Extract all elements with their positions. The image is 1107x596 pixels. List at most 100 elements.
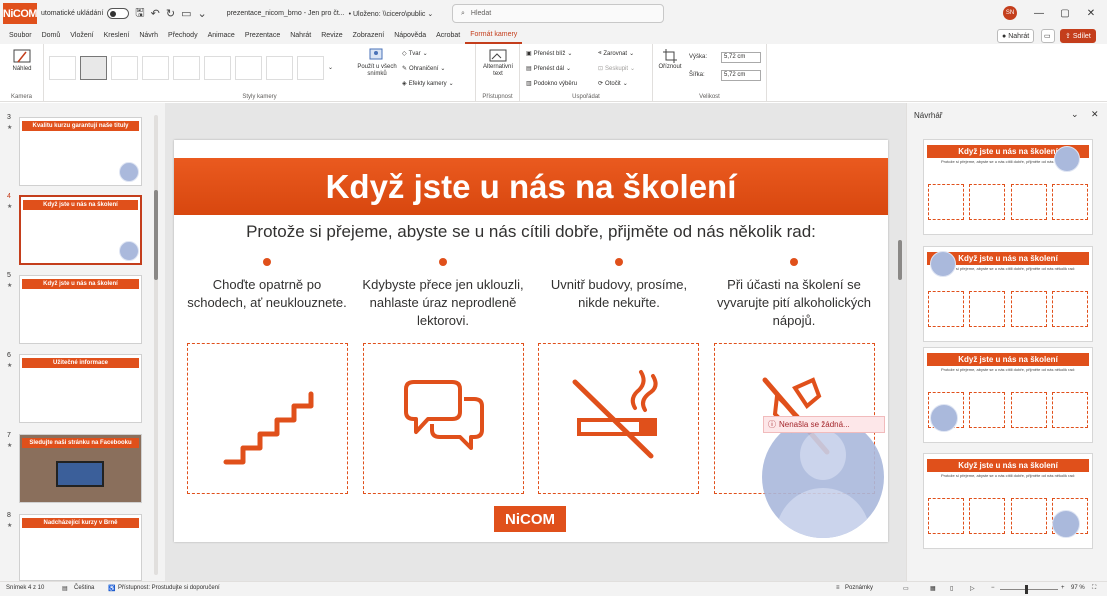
- design-icon-box: [928, 498, 964, 534]
- autosave-toggle[interactable]: [107, 8, 130, 19]
- tip-text[interactable]: Při účasti na školení se vyvarujte pití …: [713, 276, 875, 330]
- save-icon[interactable]: 🖫: [135, 4, 144, 23]
- tab-prechody[interactable]: Přechody: [163, 27, 203, 44]
- search-input[interactable]: ⌕ Hledat: [452, 4, 664, 23]
- notes-button[interactable]: Poznámky: [845, 585, 873, 591]
- thumbnails-scrollbar[interactable]: [154, 115, 158, 575]
- align-button[interactable]: ⫷ Zarovnat ⌄: [598, 50, 634, 57]
- zoom-in-icon[interactable]: +: [1061, 585, 1065, 591]
- accessibility-status[interactable]: Přístupnost: Prostudujte si doporučení: [118, 585, 220, 591]
- tip-text[interactable]: Choďte opatrně po schodech, ať neuklouzn…: [186, 276, 348, 312]
- maximize-icon[interactable]: ▢: [1053, 0, 1077, 27]
- tab-domu[interactable]: Domů: [37, 27, 66, 44]
- slideshow-icon[interactable]: ▷: [970, 585, 975, 592]
- tab-navrh[interactable]: Návrh: [134, 27, 163, 44]
- slide-title[interactable]: Když jste u nás na školení: [174, 158, 888, 215]
- design-option-3[interactable]: Když jste u nás na školení Protože si př…: [923, 347, 1093, 443]
- tab-napoveda[interactable]: Nápověda: [389, 27, 431, 44]
- chat-bubbles-icon[interactable]: [363, 343, 524, 494]
- more-icon[interactable]: ⌄: [197, 7, 206, 20]
- star-icon: ★: [7, 204, 13, 210]
- share-button[interactable]: ⇪ Sdílet: [1060, 29, 1096, 43]
- thumbnails-scroll-thumb[interactable]: [154, 190, 158, 280]
- camera-style-2[interactable]: [80, 56, 107, 80]
- zoom-slider[interactable]: [1000, 589, 1058, 590]
- camera-style-6[interactable]: [204, 56, 231, 80]
- close-icon[interactable]: ✕: [1079, 0, 1103, 27]
- save-status[interactable]: • Uloženo: \\cicero\public ⌄: [349, 10, 434, 18]
- send-backward-button[interactable]: ▤ Přenést dál ⌄: [526, 65, 571, 73]
- fit-slide-icon[interactable]: ⛶: [1092, 585, 1096, 592]
- tab-animace[interactable]: Animace: [203, 27, 240, 44]
- slide-thumb-3[interactable]: Kvalitu kurzu garantují naše tituly: [19, 117, 142, 186]
- tab-soubor[interactable]: Soubor: [4, 27, 37, 44]
- undo-icon[interactable]: ↶: [151, 7, 160, 20]
- autosave[interactable]: utomatické ukládání: [41, 8, 130, 19]
- language-status[interactable]: Čeština: [74, 585, 94, 591]
- slide-thumb-5[interactable]: Když jste u nás na školení: [19, 275, 142, 344]
- shape-button[interactable]: ◇ Tvar ⌄: [402, 50, 428, 58]
- camera-style-8[interactable]: [266, 56, 293, 80]
- preview-button[interactable]: Náhled: [8, 48, 36, 73]
- slide-thumb-7[interactable]: Sledujte naši stránku na Facebooku: [19, 434, 142, 503]
- stairs-icon[interactable]: [187, 343, 348, 494]
- camera-style-7[interactable]: [235, 56, 262, 80]
- tab-vlozeni[interactable]: Vložení: [65, 27, 98, 44]
- slide-thumb-6[interactable]: Užitečné informace: [19, 354, 142, 423]
- crop-button[interactable]: Oříznout: [655, 48, 685, 71]
- camera-style-5[interactable]: [173, 56, 200, 80]
- canvas-scroll-thumb[interactable]: [898, 240, 902, 280]
- camera-style-3[interactable]: [111, 56, 138, 80]
- bring-forward-button[interactable]: ▣ Přenést blíž ⌄: [526, 50, 572, 58]
- camera-style-1[interactable]: [49, 56, 76, 80]
- tab-kresleni[interactable]: Kreslení: [99, 27, 135, 44]
- reading-view-icon[interactable]: ▯: [950, 585, 953, 592]
- alt-text-button[interactable]: Alternativní text: [478, 48, 518, 78]
- styles-more-icon[interactable]: ⌄: [328, 64, 333, 71]
- redo-icon[interactable]: ↻: [166, 7, 175, 20]
- slide-sorter-icon[interactable]: ▦: [930, 585, 936, 592]
- design-option-2[interactable]: Když jste u nás na školení Protože si př…: [923, 246, 1093, 342]
- comments-button[interactable]: ▭: [1041, 29, 1055, 43]
- camera-group-label: Kamera: [10, 94, 32, 100]
- accessibility-icon[interactable]: ♿: [108, 585, 115, 592]
- tab-acrobat[interactable]: Acrobat: [431, 27, 465, 44]
- tab-nahrat[interactable]: Nahrát: [285, 27, 316, 44]
- group-button[interactable]: ⊡ Seskupit ⌄: [598, 65, 635, 73]
- notes-icon[interactable]: ≡: [836, 585, 840, 591]
- language-icon[interactable]: ▤: [62, 585, 68, 592]
- camera-feed-placeholder[interactable]: [762, 416, 884, 538]
- pane-close-icon[interactable]: ✕: [1091, 109, 1099, 120]
- selection-pane-button[interactable]: ▥ Podokno výběru: [526, 80, 577, 88]
- pane-options-icon[interactable]: ⌄: [1071, 109, 1079, 120]
- zoom-out-icon[interactable]: −: [991, 585, 995, 591]
- camera-effects-button[interactable]: ◈ Efekty kamery ⌄: [402, 80, 454, 88]
- apply-all-button[interactable]: Použít u všech snímků: [357, 48, 397, 78]
- slide-subtitle[interactable]: Protože si přejeme, abyste se u nás cíti…: [174, 222, 888, 242]
- design-option-4[interactable]: Když jste u nás na školení Protože si př…: [923, 453, 1093, 549]
- no-smoking-icon[interactable]: [538, 343, 699, 494]
- tip-text[interactable]: Kdybyste přece jen uklouzli, nahlaste úr…: [362, 276, 524, 330]
- tip-text[interactable]: Uvnitř budovy, prosíme, nikde nekuřte.: [538, 276, 700, 312]
- tab-zobrazeni[interactable]: Zobrazení: [348, 27, 390, 44]
- border-button[interactable]: ✎ Ohraničení ⌄: [402, 65, 445, 73]
- tab-format-kamery[interactable]: Formát kamery: [465, 27, 523, 44]
- width-input[interactable]: 5,72 cm: [721, 70, 761, 81]
- zoom-level[interactable]: 97 %: [1071, 585, 1085, 591]
- present-icon[interactable]: ▭: [181, 7, 191, 20]
- camera-style-9[interactable]: [297, 56, 324, 80]
- design-option-1[interactable]: Když jste u nás na školení Protože si př…: [923, 139, 1093, 235]
- rotate-button[interactable]: ⟳ Otočit ⌄: [598, 80, 628, 88]
- zoom-slider-thumb[interactable]: [1025, 585, 1028, 594]
- normal-view-icon[interactable]: ▭: [903, 585, 909, 592]
- tip-column-1: Choďte opatrně po schodech, ať neuklouzn…: [186, 258, 348, 312]
- user-avatar[interactable]: SN: [1003, 6, 1017, 20]
- slide-thumb-8[interactable]: Nadcházející kurzy v Brně: [19, 514, 142, 581]
- tab-prezentace[interactable]: Prezentace: [240, 27, 285, 44]
- slide-thumb-4[interactable]: Když jste u nás na školení: [19, 195, 142, 265]
- tab-revize[interactable]: Revize: [316, 27, 347, 44]
- minimize-icon[interactable]: —: [1027, 0, 1051, 27]
- record-button[interactable]: ● Nahrát: [997, 29, 1035, 43]
- camera-style-4[interactable]: [142, 56, 169, 80]
- height-input[interactable]: 5,72 cm: [721, 52, 761, 63]
